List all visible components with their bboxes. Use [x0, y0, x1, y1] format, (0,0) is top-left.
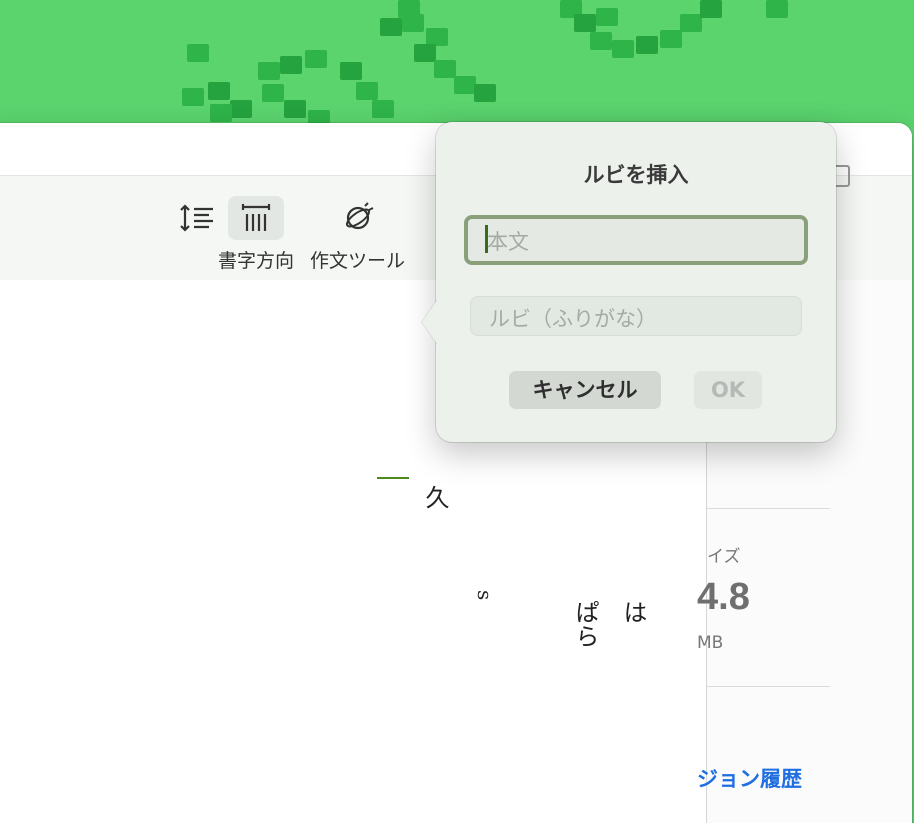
doc-column: 久: [421, 485, 449, 509]
ruby-placeholder: ルビ（ふりがな）: [489, 307, 657, 331]
vertical-text-button[interactable]: 書字方向: [218, 196, 294, 273]
base-text-placeholder: 本文: [487, 230, 529, 254]
insertion-point: [377, 477, 409, 479]
ok-button[interactable]: OK: [694, 371, 762, 409]
popover-arrow: [422, 300, 437, 344]
divider: [707, 686, 830, 687]
writing-tools-label: 作文ツール: [310, 250, 406, 272]
size-label: イズ: [707, 547, 741, 567]
dialog-title: ルビを挿入: [583, 163, 689, 187]
size-unit: MB: [697, 633, 724, 653]
size-value: 4.8: [697, 576, 750, 618]
base-text-field[interactable]: 本文: [464, 215, 808, 265]
insert-ruby-popover: ルビを挿入 本文 ルビ（ふりがな） キャンセル OK: [421, 122, 836, 442]
doc-column: は: [619, 600, 647, 624]
vertical-text-icon: [228, 196, 284, 240]
desktop-wallpaper: [0, 0, 914, 140]
text-cursor: [485, 225, 488, 253]
writing-tools-icon: [330, 196, 386, 240]
doc-column: ぱら: [571, 600, 599, 648]
ruby-text-field[interactable]: ルビ（ふりがな）: [470, 296, 802, 336]
divider: [707, 508, 830, 509]
doc-column: s: [473, 590, 497, 601]
cancel-button[interactable]: キャンセル: [509, 371, 661, 409]
writing-tools-button[interactable]: 作文ツール: [310, 196, 405, 273]
vertical-text-label: 書字方向: [218, 250, 295, 272]
version-history-link[interactable]: ジョン履歴: [697, 763, 802, 793]
